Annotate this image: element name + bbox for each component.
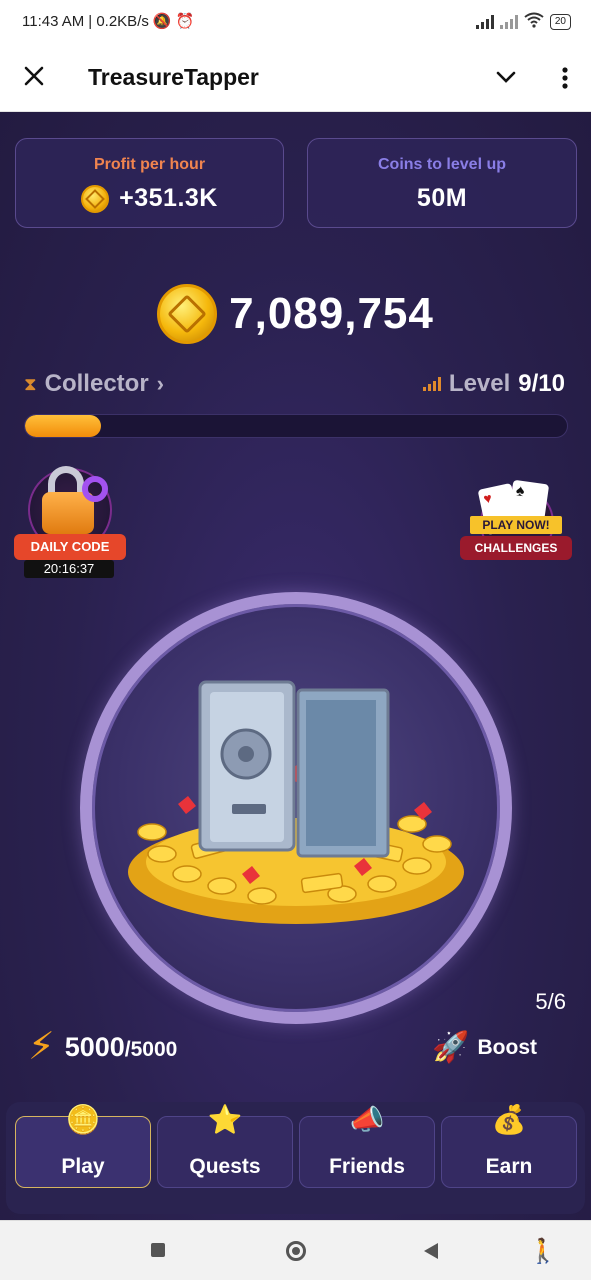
rank-name: Collector: [44, 370, 149, 397]
profit-value: +351.3K: [119, 184, 218, 212]
recents-icon[interactable]: [151, 1243, 165, 1257]
trophy-icon: ⧗: [24, 373, 37, 394]
energy-max: /5000: [124, 1037, 178, 1061]
chevron-down-icon[interactable]: [495, 66, 517, 88]
levelup-value: 50M: [416, 184, 468, 212]
app-header: TreasureTapper: [0, 44, 591, 112]
tab-friends[interactable]: 📣 Friends: [299, 1104, 435, 1188]
wifi-icon: [524, 12, 544, 32]
tab-quests-label: Quests: [189, 1155, 261, 1178]
challenges-label: CHALLENGES: [460, 536, 572, 560]
profit-label: Profit per hour: [93, 156, 206, 173]
accessibility-icon[interactable]: 🚶: [528, 1237, 558, 1266]
boost-count: 5/6: [535, 989, 566, 1014]
system-nav-bar: 🚶: [0, 1220, 591, 1280]
home-icon[interactable]: [286, 1241, 306, 1261]
tab-play-label: Play: [61, 1155, 105, 1178]
app-title: TreasureTapper: [88, 64, 259, 90]
coin-balance: 7,089,754: [0, 284, 591, 344]
level-progress-bar: [24, 414, 568, 438]
status-bar: 11:43 AM | 0.2KB/s 🔕 ⏰ 20: [0, 0, 591, 44]
coin-icon: [157, 284, 218, 344]
lightning-icon: ⚡: [28, 1026, 55, 1068]
megaphone-icon: 📣: [349, 1104, 385, 1135]
level-word: Level: [448, 370, 511, 397]
coins-to-level-up-card: Coins to level up 50M: [307, 138, 577, 228]
rank-link[interactable]: ⧗ Collector ›: [24, 370, 164, 398]
level-indicator: Level 9/10: [422, 370, 565, 398]
status-time: 11:43 AM: [22, 12, 85, 30]
profit-per-hour-card: Profit per hour +351.3K: [15, 138, 284, 228]
game-area: Profit per hour +351.3K Coins to level u…: [0, 112, 591, 1220]
levelup-label: Coins to level up: [377, 156, 506, 173]
more-options-icon[interactable]: [561, 66, 569, 90]
daily-code-button[interactable]: DAILY CODE 20:16:37: [12, 456, 128, 578]
signal-icon: [475, 15, 494, 29]
level-bars-icon: [422, 377, 441, 391]
treasure-vault-icon: [128, 680, 464, 924]
mute-icon: 🔕: [152, 13, 172, 30]
tab-quests[interactable]: ⭐ Quests: [157, 1104, 293, 1188]
level-value: 9/10: [518, 370, 565, 397]
alarm-icon: ⏰: [175, 13, 195, 30]
balance-amount: 7,089,754: [229, 289, 434, 338]
coin-icon: [81, 184, 110, 213]
coins-icon: 🪙: [65, 1104, 101, 1135]
chevron-right-icon: ›: [156, 371, 164, 396]
energy-meter: ⚡ 5000/5000: [28, 1028, 177, 1066]
rocket-icon: 🚀: [432, 1031, 470, 1064]
play-now-badge: PLAY NOW!: [470, 516, 562, 534]
level-progress-fill: [25, 415, 101, 437]
daily-code-label: DAILY CODE: [14, 534, 126, 560]
tab-earn-label: Earn: [485, 1155, 533, 1178]
network-speed: | 0.2KB/s: [88, 12, 149, 30]
star-icon: ⭐: [207, 1104, 243, 1135]
close-icon[interactable]: [22, 64, 46, 88]
back-icon[interactable]: [424, 1243, 438, 1259]
challenges-button[interactable]: ♥ ♠ PLAY NOW! CHALLENGES: [458, 479, 574, 572]
boost-label: Boost: [477, 1035, 538, 1059]
key-icon: [82, 476, 108, 502]
tab-play[interactable]: 🪙 Play: [15, 1104, 151, 1188]
boost-button[interactable]: 🚀 Boost: [432, 1030, 537, 1065]
signal-icon-2: [499, 15, 518, 29]
money-bag-icon: 💰: [491, 1104, 527, 1135]
daily-code-timer: 20:16:37: [24, 560, 114, 578]
bottom-nav: 🪙 Play ⭐ Quests 📣 Friends 💰 Earn: [6, 1102, 585, 1214]
battery-icon: 20: [549, 14, 571, 30]
energy-current: 5000: [64, 1031, 125, 1062]
tab-friends-label: Friends: [329, 1155, 405, 1178]
tab-earn[interactable]: 💰 Earn: [441, 1104, 577, 1188]
rank-row: ⧗ Collector › Level 9/10: [24, 370, 567, 404]
tap-vault-button[interactable]: [80, 592, 512, 1024]
